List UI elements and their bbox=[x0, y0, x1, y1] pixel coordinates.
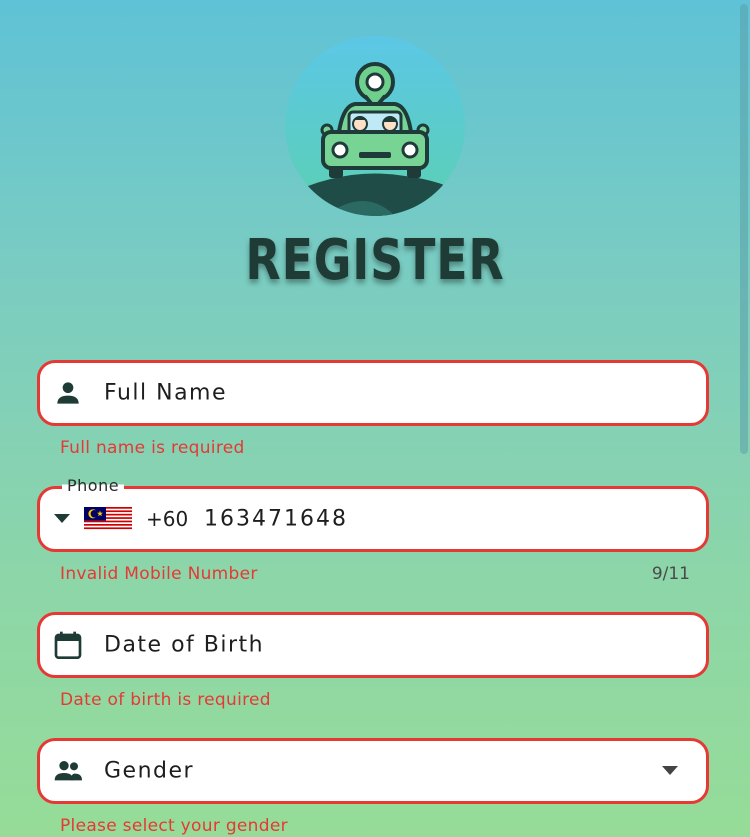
person-icon bbox=[57, 382, 79, 404]
phone-error: Invalid Mobile Number bbox=[60, 564, 258, 584]
full-name-error: Full name is required bbox=[60, 438, 245, 458]
full-name-placeholder: Full Name bbox=[104, 380, 228, 406]
gender-placeholder: Gender bbox=[104, 758, 195, 784]
phone-field[interactable]: +60 163471648 bbox=[37, 486, 709, 552]
phone-input[interactable]: 163471648 bbox=[204, 507, 348, 532]
scrollbar[interactable] bbox=[740, 4, 748, 454]
car-logo-icon bbox=[285, 62, 465, 216]
dob-placeholder: Date of Birth bbox=[104, 632, 265, 658]
app-logo bbox=[285, 36, 465, 216]
people-icon bbox=[54, 761, 82, 781]
page-title: REGISTER bbox=[245, 228, 505, 293]
dob-field[interactable]: Date of Birth bbox=[37, 612, 709, 678]
dial-code: +60 bbox=[146, 507, 189, 531]
gender-select[interactable]: Gender bbox=[37, 738, 709, 804]
calendar-icon bbox=[54, 631, 82, 659]
phone-label: Phone bbox=[62, 476, 125, 495]
gender-error: Please select your gender bbox=[60, 816, 288, 836]
country-dropdown-caret-icon[interactable] bbox=[54, 514, 70, 524]
full-name-field[interactable]: Full Name bbox=[37, 360, 709, 426]
chevron-down-icon[interactable] bbox=[662, 766, 678, 776]
dob-error: Date of birth is required bbox=[60, 690, 271, 710]
malaysia-flag-icon[interactable] bbox=[84, 507, 132, 531]
phone-char-counter: 9/11 bbox=[651, 564, 690, 584]
